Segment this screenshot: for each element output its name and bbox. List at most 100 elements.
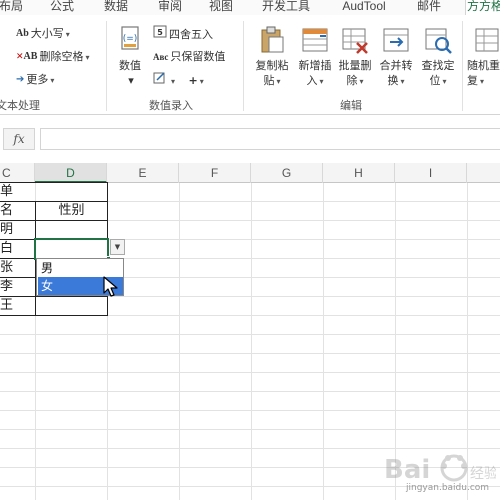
cell-d2[interactable]: 性别 <box>36 201 107 220</box>
group-separator <box>106 21 107 111</box>
ribbon: Ab 大小写 ▾ ✕AB 删除空格 ▾ ➔ 更多 ▾ 文本处理 (=) 数值 ▾ 5 四舍五… <box>0 15 500 115</box>
column-header-i[interactable]: I <box>395 163 467 183</box>
gridline <box>0 372 500 373</box>
remove-spaces-label: 删除空格 <box>39 50 84 63</box>
column-header-e[interactable]: E <box>107 163 179 183</box>
find-locate-label: 查找定 <box>421 59 455 72</box>
copy-paste-label-2: 贴 ▾ <box>263 74 281 87</box>
column-header-g[interactable]: G <box>251 163 323 183</box>
find-icon <box>423 25 453 55</box>
group-label-text: 文本处理 <box>0 99 40 112</box>
group-label-entry: 数值录入 <box>149 99 193 112</box>
gridline <box>0 334 500 335</box>
tab-audtool[interactable]: AudTool <box>336 0 392 15</box>
copy-paste-button[interactable]: 复制粘 贴 ▾ <box>250 25 294 89</box>
change-case-button[interactable]: Ab 大小写 ▾ <box>16 25 70 43</box>
insert-label-2: 入 ▾ <box>306 74 324 87</box>
tab-formulas[interactable]: 公式 <box>48 0 76 15</box>
find-locate-button[interactable]: 查找定 位 ▾ <box>416 25 460 89</box>
gridline <box>0 410 500 411</box>
gridline <box>323 183 324 500</box>
round-icon: 5 <box>153 25 167 45</box>
mouse-pointer-icon <box>103 276 118 297</box>
random-repeat-button[interactable]: 随机重 复 ▾ <box>467 25 500 89</box>
cell-c6[interactable]: 李 <box>0 277 13 296</box>
case-icon: Ab <box>16 28 29 39</box>
column-header-j[interactable] <box>467 163 500 183</box>
cell-c1[interactable]: 单 <box>0 182 13 201</box>
svg-text:经验: 经验 <box>470 466 496 482</box>
round-button[interactable]: 5 四舍五入 <box>153 25 213 43</box>
tab-developer[interactable]: 开发工具 <box>258 0 314 15</box>
merge-convert-button[interactable]: 合并转 换 ▾ <box>374 25 418 89</box>
cell-c5[interactable]: 张 <box>0 258 13 277</box>
numeric-label: 数值 <box>119 59 141 72</box>
group-label-edit: 编辑 <box>340 99 362 112</box>
table-border <box>0 296 108 297</box>
random-repeat-label: 随机重 <box>467 59 500 72</box>
change-case-label: 大小写 <box>30 27 64 40</box>
keep-values-button[interactable]: Aʙc 只保留数值 <box>153 48 225 66</box>
remove-spaces-button[interactable]: ✕AB 删除空格 ▾ <box>16 48 89 66</box>
more-button[interactable]: ➔ 更多 ▾ <box>16 71 54 89</box>
active-cell-d4[interactable] <box>34 238 109 260</box>
column-header-f[interactable]: F <box>179 163 251 183</box>
column-header-h[interactable]: H <box>323 163 395 183</box>
group-separator <box>462 21 463 111</box>
keep-values-label: 只保留数值 <box>170 50 226 63</box>
tab-mail[interactable]: 邮件 <box>415 0 443 15</box>
gridline <box>0 391 500 392</box>
merge-icon <box>381 25 411 55</box>
round-label: 四舍五入 <box>169 28 213 41</box>
gridline <box>251 183 252 500</box>
batch-delete-button[interactable]: 批量删 除 ▾ <box>333 25 377 89</box>
cell-c2[interactable]: 名 <box>0 201 13 220</box>
delete-grid-icon <box>340 25 370 55</box>
batch-delete-label-2: 除 ▾ <box>346 74 364 87</box>
tab-review[interactable]: 审阅 <box>156 0 184 15</box>
insert-button[interactable]: 新增插 入 ▾ <box>293 25 337 89</box>
merge-convert-label-2: 换 ▾ <box>387 74 405 87</box>
merge-convert-label: 合并转 <box>379 59 413 72</box>
insert-options-row[interactable]: ▾ + ▾ <box>153 71 204 89</box>
table-border <box>0 220 108 221</box>
insert-rows-icon <box>300 25 330 55</box>
numeric-button[interactable]: (=) 数值 ▾ <box>108 25 152 88</box>
insert-label: 新增插 <box>298 59 332 72</box>
chevron-down-icon: ▾ <box>199 77 204 86</box>
gridline <box>0 353 500 354</box>
tab-layout[interactable]: 布局 <box>0 0 24 15</box>
chevron-down-icon: ▾ <box>65 30 70 39</box>
group-separator <box>243 21 244 111</box>
dropdown-arrow-button[interactable]: ▼ <box>110 239 125 255</box>
more-label: 更多 <box>26 73 49 86</box>
formula-bar: fx <box>0 116 500 156</box>
tab-view[interactable]: 视图 <box>207 0 235 15</box>
ribbon-tab-bar: 布局 公式 数据 审阅 视图 开发工具 AudTool 邮件 方方格 <box>0 0 500 15</box>
random-repeat-label-2: 复 ▾ <box>467 74 485 87</box>
fx-icon: fx <box>13 132 25 146</box>
insert-function-button[interactable]: fx <box>3 128 35 150</box>
cell-c3[interactable]: 明 <box>0 220 13 239</box>
chevron-down-icon: ▾ <box>85 53 90 62</box>
edit-chart-icon <box>153 71 167 91</box>
batch-delete-label: 批量删 <box>338 59 372 72</box>
random-icon <box>472 25 500 55</box>
remove-space-icon: ✕AB <box>16 51 38 62</box>
cell-c4[interactable]: 白 <box>0 239 13 258</box>
tab-fangfangge[interactable]: 方方格 <box>465 0 500 15</box>
column-header-d[interactable]: D <box>35 163 107 183</box>
svg-text:(=): (=) <box>123 34 138 44</box>
copy-paste-label: 复制粘 <box>255 59 289 72</box>
gridline <box>179 183 180 500</box>
column-header-row: C D E F G H I <box>0 163 500 183</box>
watermark-logo-text: Bai <box>384 455 430 485</box>
clipboard-icon <box>257 25 287 55</box>
chevron-down-icon: ▼ <box>114 243 121 251</box>
cell-c7[interactable]: 王 <box>0 296 13 315</box>
tab-data[interactable]: 数据 <box>102 0 130 15</box>
dropdown-option-male[interactable]: 男 <box>38 259 123 277</box>
formula-input[interactable] <box>40 128 500 150</box>
plus-icon[interactable]: + <box>189 74 198 87</box>
column-header-c[interactable]: C <box>0 163 35 183</box>
